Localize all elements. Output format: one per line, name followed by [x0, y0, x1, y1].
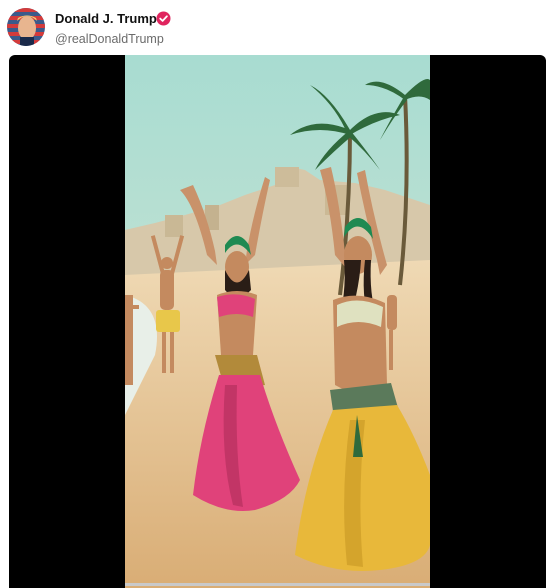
avatar-image [7, 8, 45, 46]
avatar[interactable] [7, 8, 45, 46]
video-player[interactable] [9, 55, 546, 588]
verified-badge-icon [156, 11, 171, 26]
video-frame[interactable] [125, 55, 430, 588]
display-name[interactable]: Donald J. Trump [55, 11, 157, 26]
handle[interactable]: @realDonaldTrump [55, 32, 164, 46]
post-header: Donald J. Trump @realDonaldTrump [0, 0, 553, 56]
video-still [125, 55, 430, 588]
video-progress-bar[interactable] [125, 583, 430, 586]
